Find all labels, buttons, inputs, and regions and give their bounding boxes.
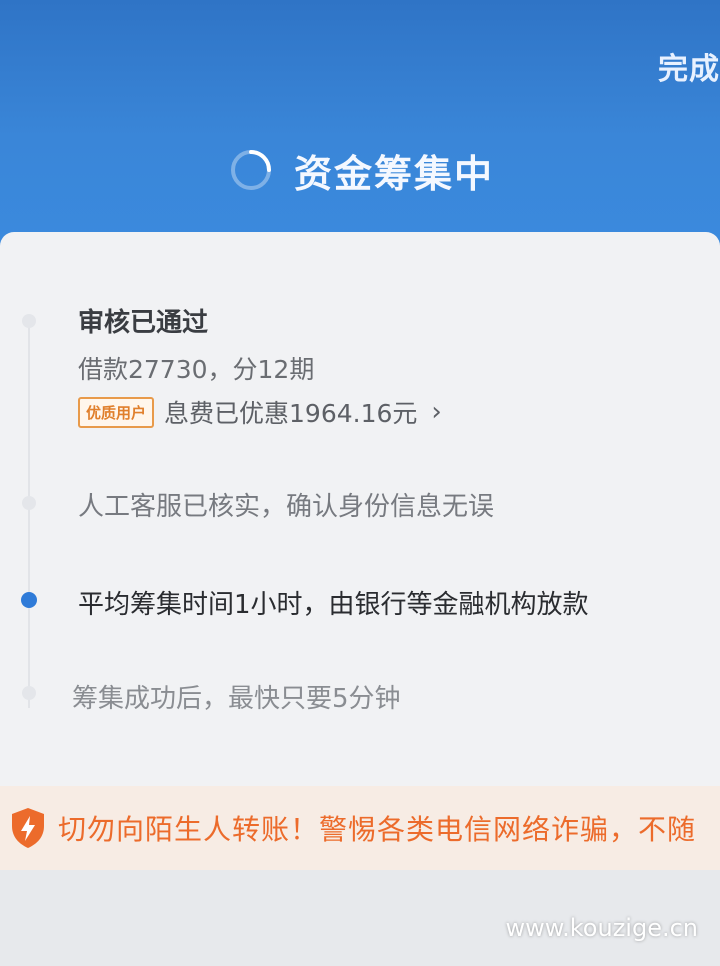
- premium-user-badge: 优质用户: [78, 396, 155, 428]
- timeline-dot-1: [22, 314, 36, 328]
- discount-row[interactable]: 优质用户 息费已优惠1964.16元 ›: [78, 394, 442, 430]
- discount-text: 息费已优惠1964.16元: [164, 399, 418, 428]
- step-after-success: 筹集成功后，最快只要5分钟: [72, 684, 401, 714]
- shield-bolt-icon: [12, 808, 44, 848]
- fraud-warning-text: 切勿向陌生人转账！警惕各类电信网络诈骗，不随: [58, 813, 697, 846]
- fraud-warning-bar: 切勿向陌生人转账！警惕各类电信网络诈骗，不随: [0, 786, 720, 870]
- header-title-group: 资金筹集中: [228, 140, 494, 200]
- chevron-right-icon: ›: [431, 397, 442, 427]
- status-header: 完成 资金筹集中: [0, 0, 720, 250]
- loan-summary: 借款27730，分12期: [78, 355, 315, 384]
- step-funding-time: 平均筹集时间1小时，由银行等金融机构放款: [78, 590, 589, 620]
- timeline-dot-active: [21, 592, 37, 608]
- timeline-line: [28, 318, 30, 708]
- timeline-dot-4: [22, 686, 36, 700]
- done-button[interactable]: 完成: [658, 44, 720, 88]
- page-title: 资金筹集中: [294, 151, 495, 196]
- timeline-dot-2: [22, 496, 36, 510]
- watermark-text: www.kouzige.cn: [505, 914, 698, 942]
- step-identity-verified: 人工客服已核实，确认身份信息无误: [78, 492, 495, 522]
- step-approved-title: 审核已通过: [78, 308, 209, 338]
- loading-spinner-icon: [231, 150, 271, 190]
